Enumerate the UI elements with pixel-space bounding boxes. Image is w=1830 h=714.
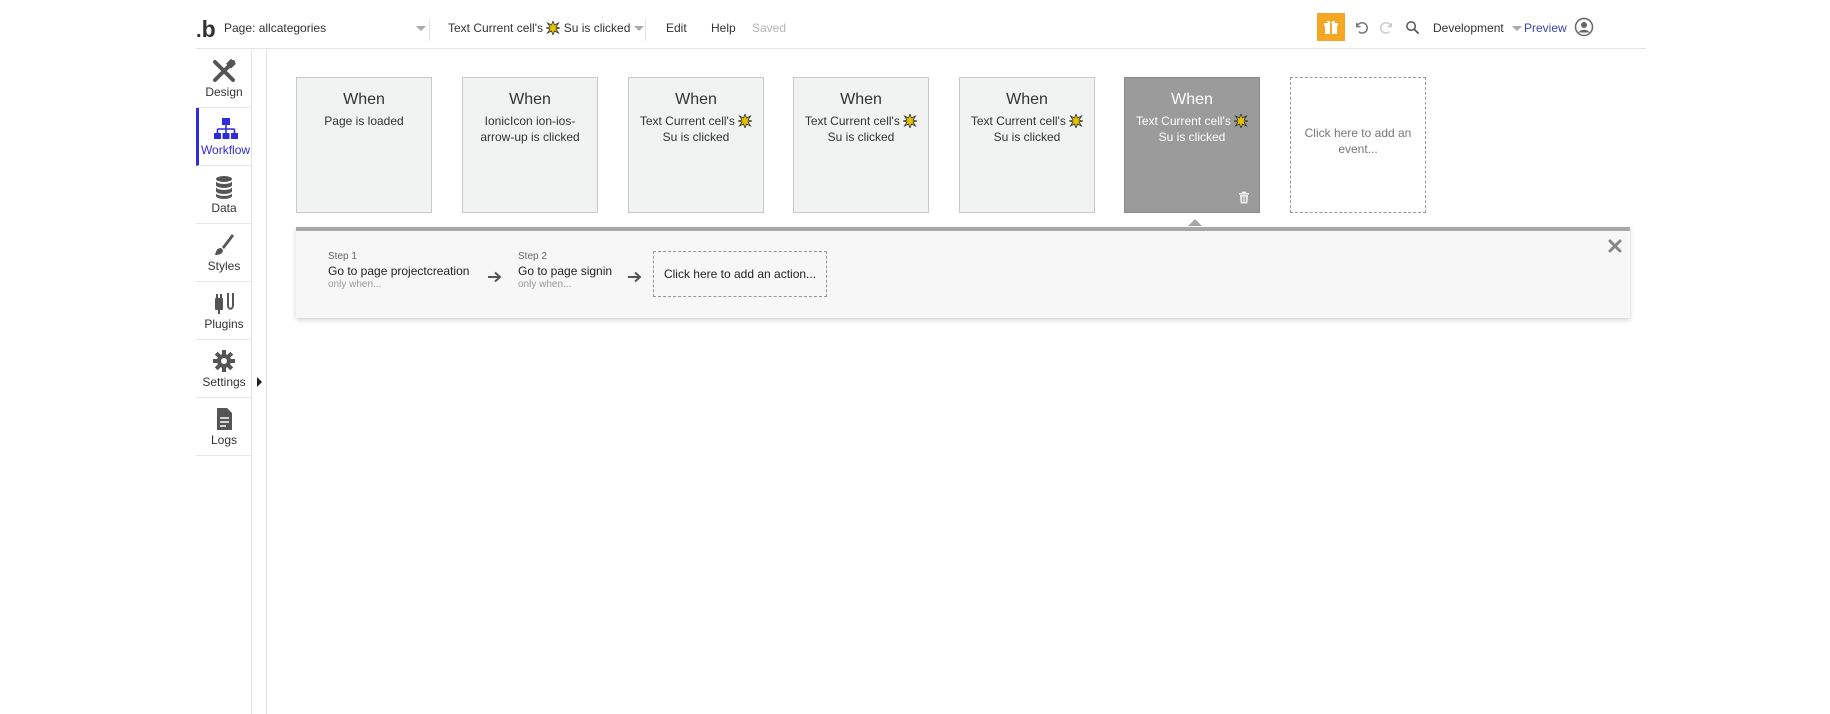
redo-icon[interactable] xyxy=(1377,18,1395,36)
burst-icon xyxy=(738,114,753,128)
arrow-right-icon xyxy=(628,271,642,283)
workflow-step[interactable]: Step 1 Go to page projectcreation only w… xyxy=(328,251,469,291)
workflow-icon xyxy=(213,118,238,139)
document-icon xyxy=(217,408,232,430)
burst-icon xyxy=(546,21,561,35)
event-selector-prefix: Text Current cell's xyxy=(448,21,543,35)
edit-menu[interactable]: Edit xyxy=(666,19,687,37)
gift-icon xyxy=(1324,20,1338,34)
arrow-right-icon xyxy=(488,271,502,283)
undo-icon[interactable] xyxy=(1352,18,1370,36)
expand-sidebar-arrow-icon[interactable] xyxy=(257,377,262,387)
design-icon xyxy=(213,58,236,82)
event-card[interactable]: When Text Current cell's Su is clicked xyxy=(628,77,764,213)
sidebar-item-data[interactable]: Data xyxy=(196,166,252,224)
chevron-down-icon xyxy=(416,26,426,31)
event-selector-suffix: Su is clicked xyxy=(563,21,631,35)
event-description: Text Current cell's Su is clicked xyxy=(794,114,928,145)
sidebar-item-workflow[interactable]: Workflow xyxy=(196,108,252,166)
sidebar-item-styles[interactable]: Styles xyxy=(196,224,252,282)
saved-status: Saved xyxy=(752,21,787,35)
trash-icon[interactable] xyxy=(1238,191,1250,204)
add-action-button[interactable]: Click here to add an action... xyxy=(653,251,827,297)
search-icon[interactable] xyxy=(1403,18,1421,36)
sidebar-divider xyxy=(266,50,267,714)
selected-event-pointer xyxy=(1188,219,1202,226)
add-event-label: Click here to add an event... xyxy=(1304,126,1412,156)
left-sidebar: Design Workflow Data Styles Plugins Sett… xyxy=(196,50,252,714)
page-selector-label: Page: allcategories xyxy=(224,21,327,35)
event-card-selected[interactable]: When Text Current cell's Su is clicked xyxy=(1124,77,1260,213)
environment-selector[interactable]: Development xyxy=(1433,19,1522,37)
event-selector[interactable]: Text Current cell's Su is clicked xyxy=(448,19,646,41)
account-icon[interactable] xyxy=(1574,17,1594,37)
bubble-logo[interactable]: .b xyxy=(196,16,216,44)
event-description: IonicIcon ion-ios-arrow-up is clicked xyxy=(480,114,580,144)
burst-icon xyxy=(1069,114,1084,128)
event-card[interactable]: When Page is loaded xyxy=(296,77,432,213)
burst-icon xyxy=(903,114,918,128)
workflow-step[interactable]: Step 2 Go to page signin only when... xyxy=(518,251,612,291)
event-card[interactable]: When IonicIcon ion-ios-arrow-up is click… xyxy=(462,77,598,213)
add-event-button[interactable]: Click here to add an event... xyxy=(1290,77,1426,213)
event-description: Page is loaded xyxy=(324,114,404,128)
sidebar-item-logs[interactable]: Logs xyxy=(196,398,252,456)
event-description: Text Current cell's Su is clicked xyxy=(629,114,763,145)
environment-label: Development xyxy=(1433,21,1504,35)
chevron-down-icon xyxy=(1511,26,1522,31)
top-bar: .b Page: allcategories Text Current cell… xyxy=(196,13,1646,49)
event-card[interactable]: When Text Current cell's Su is clicked xyxy=(959,77,1095,213)
sidebar-item-design[interactable]: Design xyxy=(196,50,252,108)
plug-icon xyxy=(215,293,234,314)
event-description: Text Current cell's Su is clicked xyxy=(960,114,1094,145)
preview-link[interactable]: Preview xyxy=(1524,19,1567,37)
page-selector[interactable]: Page: allcategories xyxy=(224,19,430,41)
burst-icon xyxy=(1234,114,1249,128)
database-icon xyxy=(216,176,232,199)
workflow-actions-panel: Step 1 Go to page projectcreation only w… xyxy=(296,227,1630,318)
event-description: Text Current cell's Su is clicked xyxy=(1125,114,1259,145)
help-menu[interactable]: Help xyxy=(711,19,736,37)
close-icon[interactable] xyxy=(1608,239,1622,253)
gift-button[interactable] xyxy=(1317,13,1345,41)
brush-icon xyxy=(215,234,234,255)
sidebar-item-settings[interactable]: Settings xyxy=(196,340,252,398)
sidebar-item-plugins[interactable]: Plugins xyxy=(196,282,252,340)
event-card[interactable]: When Text Current cell's Su is clicked xyxy=(793,77,929,213)
chevron-down-icon xyxy=(634,26,644,31)
gear-icon xyxy=(213,350,235,372)
